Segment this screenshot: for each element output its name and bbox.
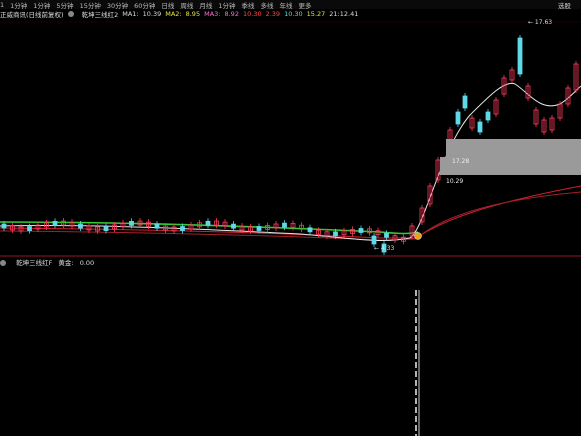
ma3-label: MA3: xyxy=(204,9,221,18)
ma3-value: 8.92 xyxy=(224,9,239,18)
indicator-infobar: 正威商讯(日线前复权) 乾坤三线红2 MA1: 10.39 MA2: 8.95 … xyxy=(0,9,581,19)
toolbar-item[interactable]: 1分钟 xyxy=(218,0,235,10)
price-label-b: 10.29 xyxy=(446,178,463,185)
candle xyxy=(307,227,313,233)
candle xyxy=(1,223,7,229)
candle xyxy=(517,37,523,75)
sub-indicator-label: 黄金: xyxy=(58,259,74,267)
toolbar-item[interactable]: 日线 xyxy=(161,0,174,10)
candle xyxy=(205,220,211,226)
kline-chart[interactable]: ← 17.63 ← 4.33 17.28 10.29 xyxy=(0,0,581,436)
toolbar-item[interactable]: 周线 xyxy=(180,0,193,10)
low-price-label: ← 4.33 xyxy=(374,245,394,252)
toolbar-item[interactable]: 年线 xyxy=(280,0,293,10)
value-3: 10.30 xyxy=(284,9,303,18)
toolbar-item[interactable]: 5分钟 xyxy=(56,0,73,10)
candle xyxy=(485,111,491,121)
period-toolbar: 1 1分钟 1分钟 5分钟 15分钟 30分钟 60分钟 日线 周线 月线 1分… xyxy=(0,0,581,9)
overlay-panel xyxy=(446,139,581,157)
candle xyxy=(129,220,134,226)
toolbar-item[interactable]: 季线 xyxy=(242,0,255,10)
price-label-a: 17.28 xyxy=(452,158,469,165)
candle xyxy=(52,220,58,226)
signal-marker-icon xyxy=(414,232,422,240)
candle xyxy=(358,228,364,233)
toolbar-item[interactable]: 1分钟 xyxy=(33,0,50,10)
indicator-name[interactable]: 乾坤三线红2 xyxy=(82,9,119,19)
candle xyxy=(180,226,185,231)
sub-indicator-name[interactable]: 乾坤三线红F xyxy=(16,259,52,267)
candle xyxy=(256,226,262,231)
toolbar-item[interactable]: 1分钟 xyxy=(10,0,27,10)
stock-name: 正威商讯(日线前复权) xyxy=(0,10,64,19)
sub-indicator-value: 0.00 xyxy=(79,259,95,267)
toolbar-item[interactable]: 15分钟 xyxy=(80,0,101,10)
sub-indicator-icon[interactable] xyxy=(0,259,10,267)
toolbar-item[interactable]: 月线 xyxy=(199,0,212,10)
candle xyxy=(231,223,236,229)
candle xyxy=(282,222,287,228)
candle xyxy=(333,231,338,237)
high-price-label: ← 17.63 xyxy=(528,19,552,26)
toolbar-item[interactable]: 多线 xyxy=(261,0,274,10)
candle xyxy=(384,232,389,238)
candle xyxy=(103,226,109,231)
candle xyxy=(154,223,160,229)
select-stock-button[interactable]: 选股 xyxy=(558,0,571,9)
candle xyxy=(477,121,483,133)
value-2: 2.39 xyxy=(265,9,281,18)
ma1-value: 10.39 xyxy=(142,9,162,18)
ma1-label: MA1: xyxy=(122,9,139,18)
value-1: 10.30 xyxy=(242,9,262,18)
indicator-icon[interactable] xyxy=(67,10,78,18)
time-readout: 21:12.41 xyxy=(329,9,359,18)
candle xyxy=(371,235,377,245)
candle xyxy=(27,226,32,231)
ma2-label: MA2: xyxy=(165,9,182,18)
value-4: 15.27 xyxy=(306,9,326,18)
candle xyxy=(78,223,83,229)
toolbar-item[interactable]: 更多 xyxy=(299,0,312,10)
candle xyxy=(462,95,468,109)
ma2-value: 8.95 xyxy=(185,9,201,18)
toolbar-item[interactable]: 30分钟 xyxy=(107,0,128,10)
toolbar-item[interactable]: 60分钟 xyxy=(134,0,155,10)
candle xyxy=(455,111,461,125)
toolbar-item[interactable]: 1 xyxy=(0,1,4,9)
sub-indicator-header: 乾坤三线红F 黄金: 0.00 xyxy=(0,257,98,267)
